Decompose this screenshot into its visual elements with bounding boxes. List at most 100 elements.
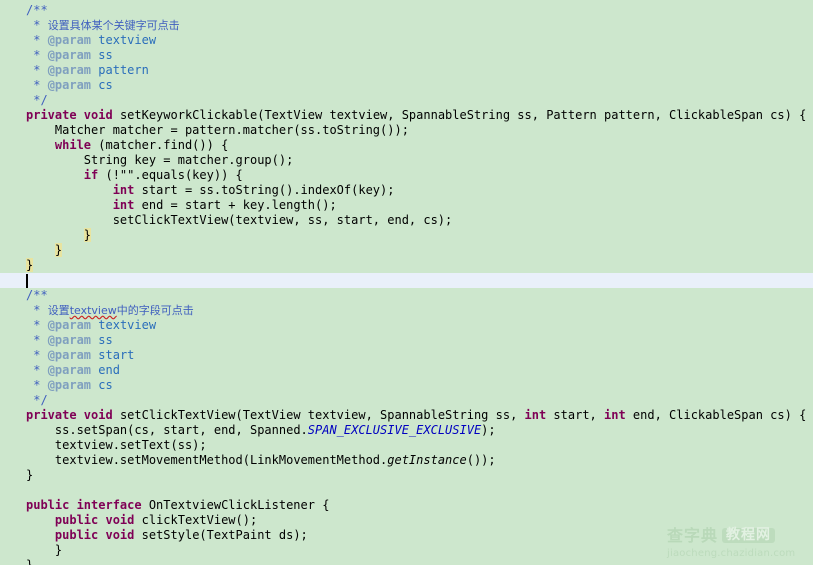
statement-part: ss.setSpan(cs, start, end, Spanned. <box>54 423 308 437</box>
method-name: setClickTextView <box>119 408 236 422</box>
comment-open: /** <box>26 3 48 17</box>
code-line[interactable]: } <box>0 468 813 483</box>
code-line[interactable]: textview.setText(ss); <box>0 438 813 453</box>
code-line[interactable]: * @param textview <box>0 33 813 48</box>
statement: textview.setText(ss); <box>54 438 207 452</box>
code-line[interactable]: textview.setMovementMethod(LinkMovementM… <box>0 453 813 468</box>
sig-part: start, <box>546 408 604 422</box>
code-line[interactable]: String key = matcher.group(); <box>0 153 813 168</box>
keyword-modifiers: private void <box>26 408 113 422</box>
javadoc-param-name: start <box>98 348 135 362</box>
javadoc-tag: @param <box>47 378 92 392</box>
code-line[interactable]: ss.setSpan(cs, start, end, Spanned.SPAN_… <box>0 423 813 438</box>
code-line[interactable]: /** <box>0 3 813 18</box>
comment-asterisk: * <box>26 378 48 392</box>
code-line[interactable]: int start = ss.toString().indexOf(key); <box>0 183 813 198</box>
keyword-int: int <box>112 198 135 212</box>
keyword-int: int <box>524 408 547 422</box>
code-line[interactable]: /** <box>0 288 813 303</box>
text-caret <box>26 274 28 288</box>
code-line[interactable]: * @param cs <box>0 78 813 93</box>
statement: String key = matcher.group(); <box>83 153 294 167</box>
javadoc-param-name: cs <box>98 78 113 92</box>
code-line[interactable]: setClickTextView(textview, ss, start, en… <box>0 213 813 228</box>
keyword-if: if <box>83 168 99 182</box>
code-line[interactable]: } <box>0 258 813 273</box>
code-line[interactable]: * @param end <box>0 363 813 378</box>
current-caret-line[interactable] <box>0 273 813 288</box>
code-line[interactable]: public interface OnTextviewClickListener… <box>0 498 813 513</box>
javadoc-tag: @param <box>47 48 92 62</box>
code-line[interactable]: * @param pattern <box>0 63 813 78</box>
closing-brace: } <box>83 228 92 242</box>
keyword-public-interface: public interface <box>26 498 142 512</box>
code-line[interactable]: * @param ss <box>0 333 813 348</box>
comment-chinese-suffix: 中的字段可点击 <box>116 304 194 317</box>
code-line[interactable]: * @param cs <box>0 378 813 393</box>
code-line[interactable]: * @param ss <box>0 48 813 63</box>
member-signature: setStyle(TextPaint ds); <box>134 528 308 542</box>
static-method-reference: getInstance <box>387 453 467 467</box>
closing-brace: } <box>26 468 34 482</box>
javadoc-param-name: ss <box>98 333 113 347</box>
code-line[interactable]: if (!"".equals(key)) { <box>0 168 813 183</box>
javadoc-param-name: end <box>98 363 120 377</box>
code-line[interactable]: public void clickTextView(); <box>0 513 813 528</box>
javadoc-tag: @param <box>47 33 92 47</box>
sig-part: end, ClickableSpan cs) { <box>625 408 807 422</box>
code-line[interactable]: int end = start + key.length(); <box>0 198 813 213</box>
code-line[interactable]: while (matcher.find()) { <box>0 138 813 153</box>
code-line[interactable]: */ <box>0 93 813 108</box>
code-line[interactable]: private void setKeyworkClickable(TextVie… <box>0 108 813 123</box>
static-field-reference: SPAN_EXCLUSIVE_EXCLUSIVE <box>307 423 482 437</box>
code-line[interactable]: } <box>0 543 813 558</box>
comment-asterisk: * <box>26 63 48 77</box>
comment-asterisk: * <box>26 48 48 62</box>
comment-close-token: */ <box>33 93 48 107</box>
method-name: setKeyworkClickable <box>119 108 258 122</box>
keyword-public-void: public void <box>54 513 135 527</box>
code-line[interactable]: Matcher matcher = pattern.matcher(ss.toS… <box>0 123 813 138</box>
code-line[interactable]: * @param start <box>0 348 813 363</box>
javadoc-param-name: ss <box>98 48 113 62</box>
comment-asterisk: * <box>26 348 48 362</box>
code-line[interactable]: } <box>0 228 813 243</box>
code-editor-canvas[interactable]: /** * 设置具体某个关键字可点击 * @param textview * @… <box>0 0 813 565</box>
code-line[interactable]: * 设置textview中的字段可点击 <box>0 303 813 318</box>
code-line[interactable]: public void setStyle(TextPaint ds); <box>0 528 813 543</box>
code-line-blank[interactable] <box>0 483 813 498</box>
keyword-public-void: public void <box>54 528 135 542</box>
comment-misspelled-word: textview <box>69 304 117 317</box>
javadoc-tag: @param <box>47 63 92 77</box>
code-line[interactable]: } <box>0 243 813 258</box>
statement: Matcher matcher = pattern.matcher(ss.toS… <box>54 123 409 137</box>
code-line[interactable]: * 设置具体某个关键字可点击 <box>0 18 813 33</box>
comment-asterisk: * <box>26 318 48 332</box>
keyword-int: int <box>112 183 135 197</box>
comment-asterisk: * <box>26 78 48 92</box>
javadoc-tag: @param <box>47 348 92 362</box>
javadoc-tag: @param <box>47 78 92 92</box>
code-line[interactable]: */ <box>0 393 813 408</box>
comment-asterisk: * <box>26 33 48 47</box>
member-signature: clickTextView(); <box>134 513 258 527</box>
code-line[interactable]: } <box>0 558 813 565</box>
javadoc-tag: @param <box>47 318 92 332</box>
code-line[interactable]: private void setClickTextView(TextView t… <box>0 408 813 423</box>
code-lines-container[interactable]: /** * 设置具体某个关键字可点击 * @param textview * @… <box>0 3 813 565</box>
code-line[interactable]: * @param textview <box>0 318 813 333</box>
